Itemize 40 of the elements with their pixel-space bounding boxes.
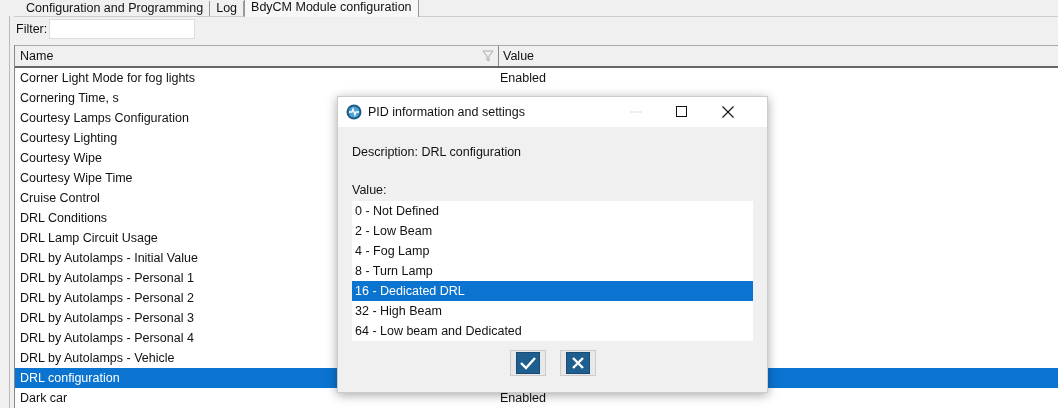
- table-cell: DRL by Autolamps - Personal 2: [20, 291, 194, 305]
- window-title: PID information and settings: [368, 105, 527, 119]
- list-item[interactable]: 0 - Not Defined: [352, 201, 753, 221]
- ok-button[interactable]: [509, 350, 546, 376]
- table-cell: DRL by Autolamps - Vehicle: [20, 351, 175, 365]
- close-icon[interactable]: [721, 105, 735, 119]
- tab[interactable]: Configuration and Programming: [20, 1, 211, 16]
- filter-field[interactable]: [49, 19, 196, 39]
- table-cell: Courtesy Lamps Configuration: [20, 111, 189, 125]
- column-header[interactable]: Value: [498, 46, 1058, 66]
- table-cell: Courtesy Wipe Time: [20, 171, 133, 185]
- table-cell: DRL by Autolamps - Personal 4: [20, 331, 194, 345]
- table-cell: DRL configuration: [20, 371, 120, 385]
- app-icon: [346, 104, 362, 120]
- tab[interactable]: BdyCM Module configuration: [244, 0, 419, 17]
- list-item[interactable]: 64 - Low beam and Dedicated: [352, 321, 753, 341]
- cancel-button[interactable]: [559, 350, 596, 376]
- table-cell: DRL by Autolamps - Personal 1: [20, 271, 194, 285]
- table-cell: Courtesy Lighting: [20, 131, 118, 145]
- description-text: Description: DRL configuration: [352, 145, 523, 161]
- table-cell-text: Enabled: [499, 71, 546, 85]
- list-item[interactable]: 4 - Fog Lamp: [352, 241, 753, 261]
- table-cell: Cornering Time, s: [20, 91, 119, 105]
- table-cell: Dark car: [20, 391, 68, 405]
- table-cell-text: Enabled: [499, 391, 546, 405]
- maximize-icon[interactable]: [675, 105, 689, 119]
- value-label: Value:: [352, 183, 388, 199]
- table-cell: Corner Light Mode for fog lights: [20, 71, 196, 85]
- table-cell: Cruise Control: [20, 191, 100, 205]
- filter-label: Filter:: [16, 22, 48, 36]
- list-item[interactable]: 8 - Turn Lamp: [352, 261, 753, 281]
- list-item[interactable]: 2 - Low Beam: [352, 221, 753, 241]
- table-cell: Courtesy Wipe: [20, 151, 102, 165]
- column-header[interactable]: Name: [15, 49, 480, 63]
- list-item[interactable]: 16 - Dedicated DRL: [352, 281, 753, 301]
- table-cell: DRL by Autolamps - Initial Value: [20, 251, 198, 265]
- table-cell: DRL by Autolamps - Personal 3: [20, 311, 194, 325]
- table-cell: DRL Lamp Circuit Usage: [20, 231, 158, 245]
- list-item[interactable]: 32 - High Beam: [352, 301, 753, 321]
- table-cell: DRL Conditions: [20, 211, 108, 225]
